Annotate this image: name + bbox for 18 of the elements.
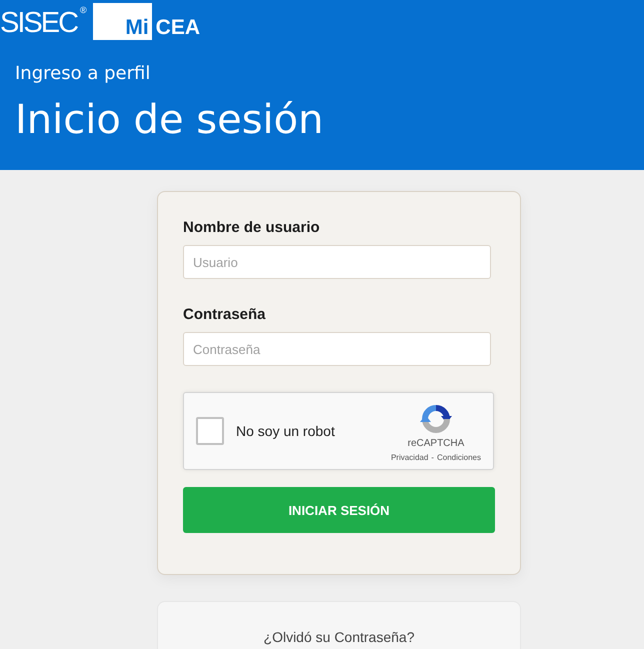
field-label: Nombre de usuario — [183, 218, 321, 238]
captcha-link[interactable]: Privacidad — [390, 453, 428, 463]
logo-suffix: CEA — [156, 17, 200, 38]
brand-name: SISEC — [0, 6, 78, 40]
link-separator: - — [431, 453, 434, 463]
circular-arrows-icon — [420, 403, 452, 435]
page-title: Inicio de sesión — [15, 97, 324, 143]
captcha-link[interactable]: Condiciones — [436, 453, 481, 463]
captcha-brand-name: reCAPTCHA — [408, 438, 464, 450]
forgot-password-link[interactable]: ¿Olvidó su Contraseña? — [264, 629, 414, 645]
registered-mark: ® — [80, 5, 87, 15]
logo-badge: Mi — [92, 3, 152, 40]
checkbox[interactable] — [196, 417, 224, 445]
page-subtitle: Ingreso a perfil — [15, 63, 152, 85]
field-label: Contraseña — [183, 305, 267, 325]
input-field[interactable]: Usuario — [183, 245, 491, 279]
captcha-label: No soy un robot — [236, 423, 335, 439]
input-field[interactable]: Contraseña — [183, 332, 491, 366]
